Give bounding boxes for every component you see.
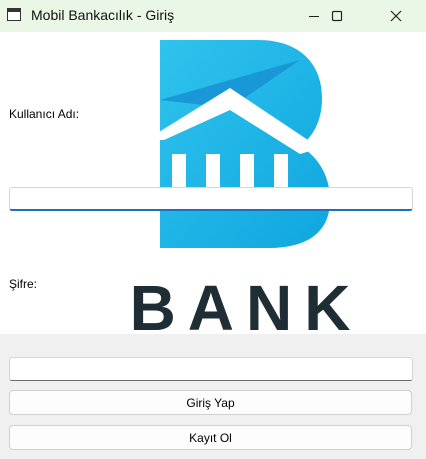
bank-logo: BANK <box>130 40 363 336</box>
password-input[interactable] <box>9 357 413 381</box>
bank-logo-text: BANK <box>130 272 363 336</box>
password-label: Şifre: <box>9 277 38 291</box>
maximize-icon <box>331 10 343 22</box>
content-area: BANK Kullanıcı Adı: Şifre: <box>0 32 426 336</box>
maximize-button[interactable] <box>315 0 359 32</box>
login-window: Mobil Bankacılık - Giriş BANK Kullanıcı … <box>0 0 426 459</box>
close-button[interactable] <box>374 0 418 32</box>
login-button[interactable]: Giriş Yap <box>9 390 412 415</box>
window-title: Mobil Bankacılık - Giriş <box>31 7 175 23</box>
username-input[interactable] <box>9 187 413 211</box>
register-button[interactable]: Kayıt Ol <box>9 425 412 450</box>
close-icon <box>390 10 402 22</box>
title-bar[interactable]: Mobil Bankacılık - Giriş <box>0 0 426 32</box>
window-app-icon <box>7 8 21 21</box>
username-label: Kullanıcı Adı: <box>9 107 80 121</box>
